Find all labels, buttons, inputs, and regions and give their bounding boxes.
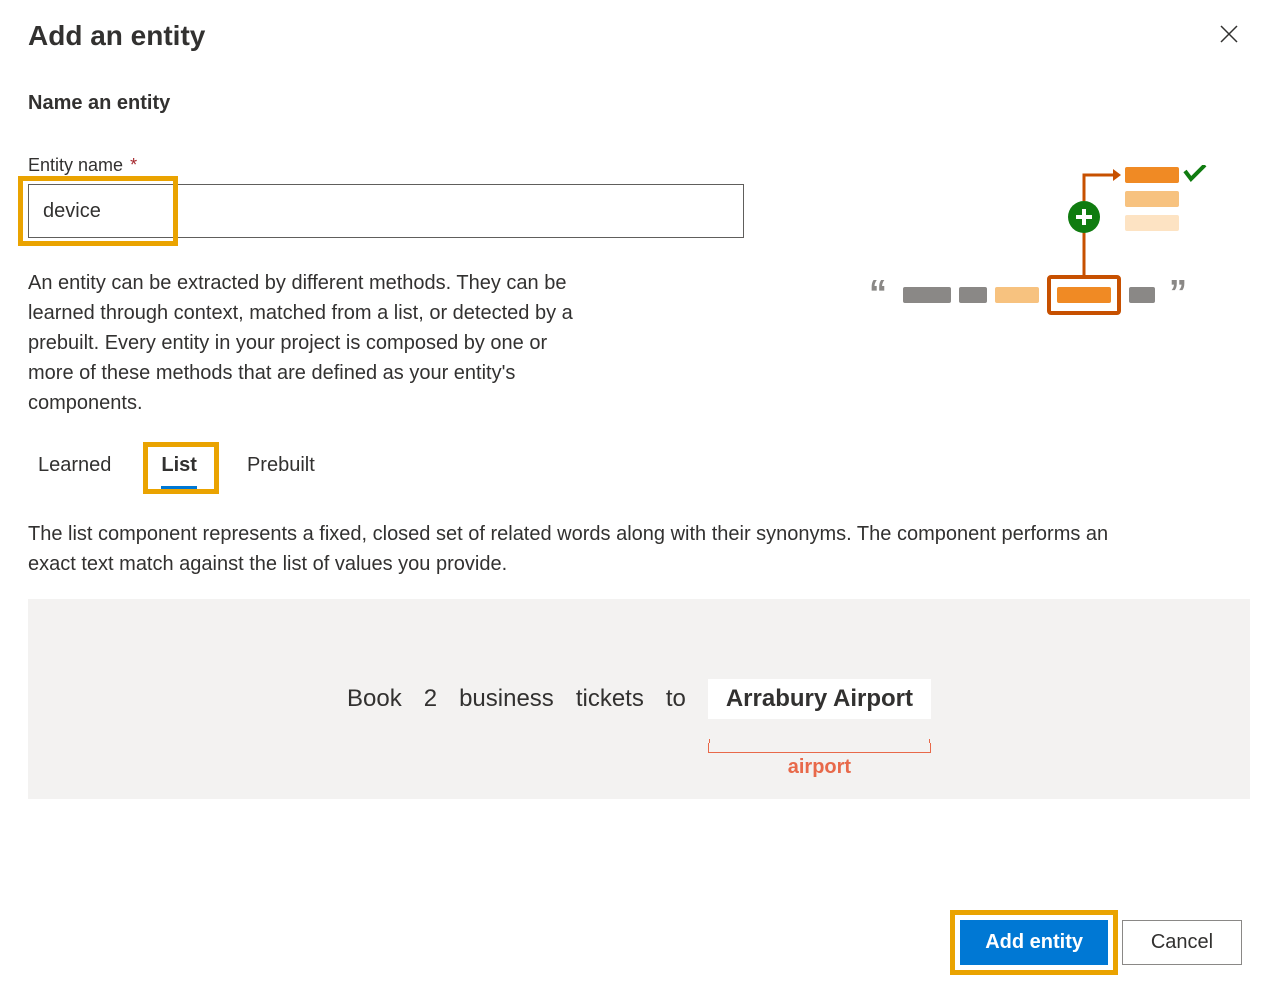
entity-name-label: Entity name *: [28, 155, 748, 176]
example-panel: Book 2 business tickets to Arrabury Airp…: [28, 599, 1250, 799]
entity-illustration: “ ”: [828, 165, 1250, 335]
entity-methods-description: An entity can be extracted by different …: [28, 268, 588, 418]
add-entity-wrap: Add entity: [960, 920, 1108, 965]
close-icon: [1220, 25, 1238, 43]
dialog-body-scroll[interactable]: Name an entity Entity name * An entity c…: [0, 62, 1278, 902]
dialog-footer: Add entity Cancel: [0, 902, 1278, 983]
example-token: business: [459, 685, 554, 713]
entity-name-input[interactable]: [28, 184, 744, 238]
dialog-title: Add an entity: [28, 20, 205, 52]
example-entity-value: Arrabury Airport: [726, 685, 913, 712]
example-utterance: Book 2 business tickets to Arrabury Airp…: [347, 679, 931, 719]
example-token: tickets: [576, 685, 644, 713]
example-entity-highlight: Arrabury Airport airport: [708, 679, 931, 719]
close-button[interactable]: [1216, 21, 1242, 51]
tab-prebuilt[interactable]: Prebuilt: [237, 448, 325, 483]
dialog-header: Add an entity: [0, 0, 1278, 62]
example-entity-tag: airport: [708, 756, 931, 779]
list-tab-description: The list component represents a fixed, c…: [28, 519, 1158, 579]
entity-bracket-icon: [708, 743, 931, 753]
tab-learned[interactable]: Learned: [28, 448, 121, 483]
example-token: Book: [347, 685, 402, 713]
field-label-text: Entity name: [28, 155, 123, 175]
cancel-button[interactable]: Cancel: [1122, 920, 1242, 965]
example-token: 2: [424, 685, 437, 713]
svg-text:”: ”: [1169, 272, 1187, 313]
required-asterisk: *: [130, 155, 137, 175]
tab-list-wrap: List: [151, 448, 207, 483]
spacer: [28, 799, 1250, 902]
add-entity-button[interactable]: Add entity: [960, 920, 1108, 965]
example-token: to: [666, 685, 686, 713]
component-tabs: Learned List Prebuilt: [28, 448, 1250, 483]
tab-list[interactable]: List: [151, 448, 207, 483]
section-title: Name an entity: [28, 92, 1250, 115]
entity-name-input-wrap: [28, 184, 744, 238]
svg-text:“: “: [869, 272, 887, 313]
